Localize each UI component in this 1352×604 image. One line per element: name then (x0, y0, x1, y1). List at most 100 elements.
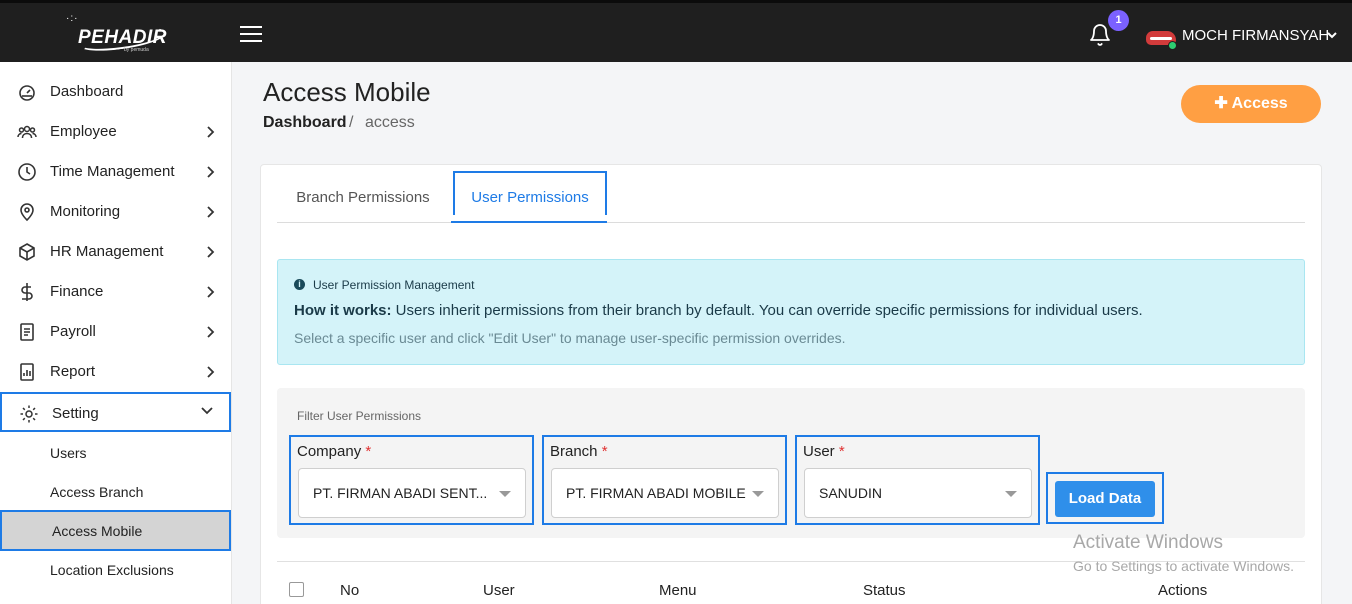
plus-icon: ✚ (1214, 95, 1228, 112)
branch-label: Branch * (550, 443, 608, 460)
required-marker: * (365, 443, 372, 460)
info-how-it-works: How it works: Users inherit permissions … (294, 302, 1143, 319)
sidebar-item-label: Finance (50, 283, 104, 300)
sidebar: Dashboard Employee Time Management Monit… (0, 62, 232, 604)
breadcrumb-home-link[interactable]: Dashboard (263, 114, 347, 132)
sidebar-item-monitoring[interactable]: Monitoring (0, 192, 231, 232)
sidebar-item-hr-management[interactable]: HR Management (0, 232, 231, 272)
company-select-value: PT. FIRMAN ABADI SENT... (313, 485, 488, 501)
required-marker: * (838, 443, 845, 460)
logo-subtext: by pemuda (124, 47, 149, 53)
column-header-user[interactable]: User (483, 582, 515, 599)
sidebar-item-label: HR Management (50, 243, 164, 260)
user-filter-group: User * SANUDIN (795, 435, 1040, 525)
chevron-right-icon (207, 366, 215, 378)
column-header-menu[interactable]: Menu (659, 582, 697, 599)
chevron-right-icon (207, 166, 215, 178)
activate-windows-subtitle: Go to Settings to activate Windows. (1073, 558, 1294, 574)
chevron-right-icon (207, 286, 215, 298)
sidebar-item-label: Report (50, 363, 96, 380)
dashboard-icon (19, 85, 35, 101)
sidebar-item-report[interactable]: Report (0, 352, 231, 392)
sidebar-subitem-label: Access Branch (50, 484, 144, 500)
avatar[interactable] (1146, 27, 1178, 50)
sidebar-subitem-label: Users (50, 445, 87, 461)
active-tab-indicator (451, 221, 607, 223)
page-title: Access Mobile (263, 77, 431, 107)
chevron-down-icon[interactable] (1326, 29, 1338, 41)
filter-panel: Filter User Permissions Company * PT. FI… (277, 388, 1305, 538)
filter-title: Filter User Permissions (297, 409, 422, 423)
cube-icon (19, 243, 35, 261)
load-data-wrapper: Load Data (1046, 472, 1164, 524)
select-all-checkbox[interactable] (289, 582, 304, 597)
breadcrumb-separator: / (349, 114, 354, 131)
sidebar-item-label: Employee (50, 123, 117, 140)
sidebar-subitem-label: Access Mobile (52, 523, 143, 539)
chevron-right-icon (207, 326, 215, 338)
info-icon: i (294, 279, 305, 290)
sidebar-subitem-access-mobile[interactable]: Access Mobile (0, 510, 231, 551)
info-how-text: Users inherit permissions from their bra… (391, 302, 1143, 319)
sidebar-subitem-access-branch[interactable]: Access Branch (0, 472, 231, 511)
sidebar-item-dashboard[interactable]: Dashboard (0, 72, 231, 112)
user-select[interactable]: SANUDIN (804, 468, 1032, 518)
add-access-label: Access (1231, 95, 1288, 112)
top-bar: ·:· PEHADIR by pemuda 1 MOCH FIRMANSYAH (0, 0, 1352, 62)
sidebar-item-finance[interactable]: Finance (0, 272, 231, 312)
column-header-status[interactable]: Status (863, 582, 906, 599)
bell-icon[interactable] (1088, 23, 1112, 47)
add-access-button[interactable]: ✚ Access (1181, 85, 1321, 123)
chevron-right-icon (207, 126, 215, 138)
info-alert: i User Permission Management How it work… (277, 259, 1305, 365)
branch-select-value: PT. FIRMAN ABADI MOBILE (566, 485, 746, 501)
breadcrumb-current: access (365, 114, 415, 131)
user-name[interactable]: MOCH FIRMANSYAH (1182, 27, 1329, 44)
caret-down-icon (752, 491, 764, 497)
branch-select[interactable]: PT. FIRMAN ABADI MOBILE (551, 468, 779, 518)
sidebar-item-setting[interactable]: Setting (0, 392, 231, 432)
tab-user-permissions[interactable]: User Permissions (453, 171, 607, 215)
sidebar-subitem-label: Location Exclusions (50, 562, 174, 578)
tab-branch-permissions[interactable]: Branch Permissions (283, 171, 443, 223)
info-how-label: How it works: (294, 302, 392, 319)
employee-icon (17, 125, 37, 139)
sidebar-item-label: Time Management (50, 163, 175, 180)
logo-dots: ·:· (66, 13, 79, 24)
caret-down-icon (499, 491, 511, 497)
load-data-button[interactable]: Load Data (1055, 481, 1155, 517)
sidebar-item-label: Dashboard (50, 83, 124, 100)
sidebar-subitem-location-exclusions[interactable]: Location Exclusions (0, 550, 231, 589)
sidebar-item-label: Payroll (50, 323, 96, 340)
sidebar-item-label: Setting (52, 405, 99, 422)
clock-icon (18, 163, 36, 181)
company-label: Company * (297, 443, 372, 460)
notification-badge: 1 (1108, 10, 1129, 31)
dollar-icon (21, 283, 33, 301)
chevron-right-icon (207, 246, 215, 258)
menu-toggle-icon[interactable] (240, 26, 262, 44)
document-icon (20, 323, 34, 341)
chevron-right-icon (207, 206, 215, 218)
sidebar-subitem-users[interactable]: Users (0, 433, 231, 472)
sidebar-item-label: Monitoring (50, 203, 121, 220)
required-marker: * (601, 443, 608, 460)
column-header-no[interactable]: No (340, 582, 359, 599)
sidebar-item-payroll[interactable]: Payroll (0, 312, 231, 352)
report-icon (20, 363, 34, 381)
logo-text: PEHADIR (78, 27, 168, 48)
chevron-down-icon (201, 407, 213, 415)
caret-down-icon (1005, 491, 1017, 497)
gear-icon (20, 405, 38, 423)
tab-divider (277, 222, 1305, 223)
info-hint: Select a specific user and click "Edit U… (294, 330, 846, 346)
sidebar-item-employee[interactable]: Employee (0, 112, 231, 152)
user-label: User * (803, 443, 845, 460)
branch-filter-group: Branch * PT. FIRMAN ABADI MOBILE (542, 435, 787, 525)
user-select-value: SANUDIN (819, 485, 883, 501)
info-title: User Permission Management (313, 278, 475, 292)
app-logo[interactable]: ·:· PEHADIR by pemuda (66, 13, 176, 57)
sidebar-item-time-management[interactable]: Time Management (0, 152, 231, 192)
company-select[interactable]: PT. FIRMAN ABADI SENT... (298, 468, 526, 518)
column-header-actions[interactable]: Actions (1158, 582, 1207, 599)
